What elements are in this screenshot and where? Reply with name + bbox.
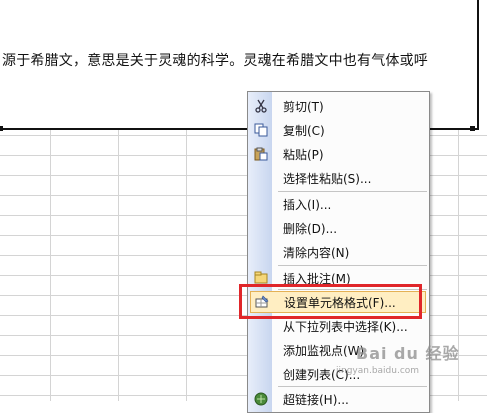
menu-separator — [278, 191, 427, 192]
highlight-annotation-box — [239, 284, 422, 319]
hyperlink-icon — [254, 392, 268, 406]
menu-separator — [278, 265, 427, 266]
text-box-content: 源于希腊文，意思是关于灵魂的科学。灵魂在希腊文中也有气体或呼 — [2, 53, 428, 69]
baidu-watermark: Bai du 经验 jingyan.baidu.com — [336, 340, 460, 376]
menu-item-label: 从下拉列表中选择(K)... — [283, 320, 408, 334]
menu-item-paste[interactable]: 粘贴(P) — [248, 143, 429, 165]
resize-handle[interactable] — [470, 126, 475, 131]
menu-item-label: 超链接(H)... — [283, 393, 349, 407]
resize-handle[interactable] — [0, 126, 3, 131]
menu-separator — [278, 386, 427, 387]
menu-item-label: 粘贴(P) — [283, 148, 324, 162]
menu-item-label: 插入(I)... — [283, 198, 332, 212]
menu-item-cut[interactable]: 剪切(T) — [248, 95, 429, 117]
menu-item-label: 选择性粘贴(S)... — [283, 172, 372, 186]
menu-item-insert[interactable]: 插入(I)... — [248, 193, 429, 215]
menu-item-label: 删除(D)... — [283, 222, 338, 236]
menu-item-delete[interactable]: 删除(D)... — [248, 217, 429, 239]
menu-item-label: 清除内容(N) — [283, 246, 350, 260]
menu-item-label: 添加监视点(W) — [283, 344, 365, 358]
context-menu: 剪切(T) 复制(C) 粘贴(P) 选择性粘贴(S)... 插入(I)... 删… — [247, 91, 430, 413]
menu-item-paste-special[interactable]: 选择性粘贴(S)... — [248, 167, 429, 189]
menu-item-label: 复制(C) — [283, 124, 325, 138]
watermark-url: jingyan.baidu.com — [336, 366, 420, 376]
menu-item-hyperlink[interactable]: 超链接(H)... — [248, 388, 429, 410]
scissors-icon — [255, 99, 267, 113]
insert-comment-icon — [254, 271, 268, 284]
copy-icon — [254, 123, 268, 137]
menu-item-clear-contents[interactable]: 清除内容(N) — [248, 241, 429, 263]
watermark-logo: Bai du 经验 — [356, 344, 460, 363]
menu-item-label: 剪切(T) — [283, 100, 324, 114]
paste-icon — [254, 147, 268, 161]
menu-item-copy[interactable]: 复制(C) — [248, 119, 429, 141]
